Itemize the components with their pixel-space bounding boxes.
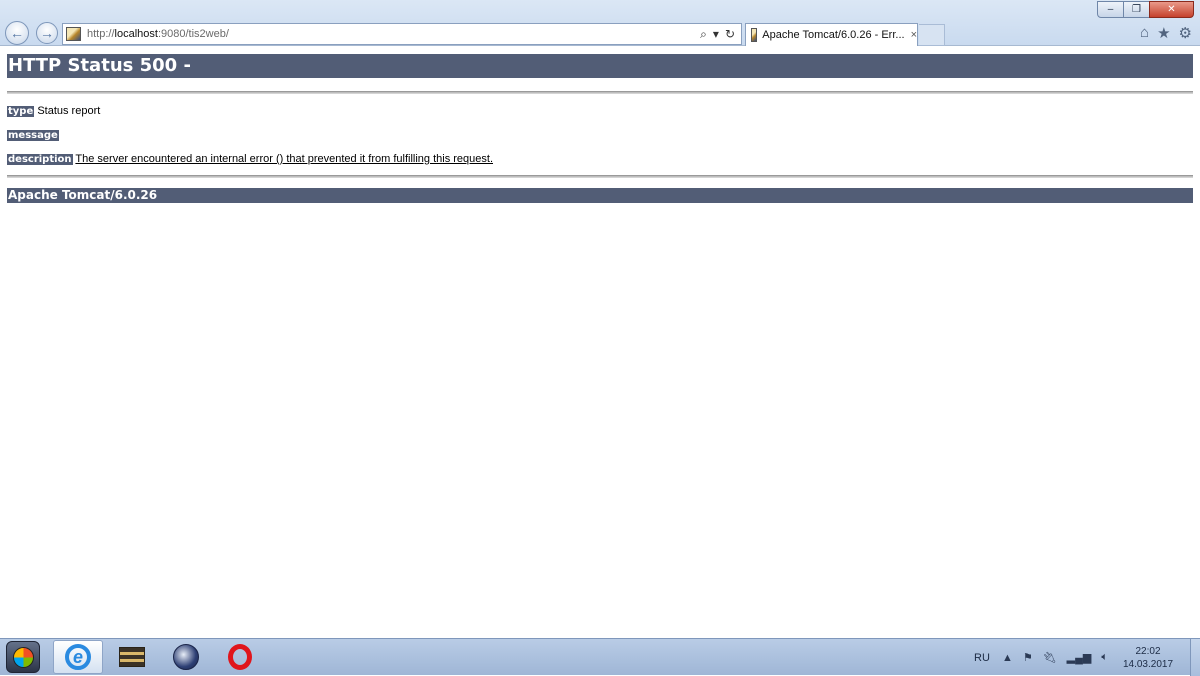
- close-window-button[interactable]: ✕: [1149, 1, 1194, 18]
- internet-explorer-icon: e: [65, 644, 91, 670]
- page-title: HTTP Status 500 -: [7, 54, 1193, 78]
- site-favicon-icon: [66, 27, 81, 41]
- taskbar: e RU ▲ ⚑ 🔌︎ ▂▄▆ 🔈︎ 22:02 14.03.2017: [0, 638, 1200, 676]
- system-tray: RU ▲ ⚑ 🔌︎ ▂▄▆ 🔈︎ 22:02 14.03.2017: [974, 639, 1200, 676]
- show-desktop-button[interactable]: [1190, 639, 1200, 676]
- type-value: Status report: [37, 105, 101, 117]
- refresh-icon[interactable]: ↻: [725, 27, 735, 42]
- description-value: The server encountered an internal error…: [75, 153, 493, 165]
- address-bar[interactable]: http://localhost:9080/tis2web/ ⌕ ▾ ↻: [62, 23, 742, 45]
- browser-toolbar: ⌂ ★ ⚙: [1140, 24, 1192, 42]
- taskbar-app-opera[interactable]: [215, 640, 265, 674]
- file-explorer-icon: [119, 647, 145, 667]
- minimize-button[interactable]: –: [1097, 1, 1124, 18]
- message-row: message: [7, 128, 1193, 142]
- language-indicator[interactable]: RU: [974, 652, 990, 664]
- type-label: type: [7, 106, 35, 117]
- url-path: :9080/tis2web/: [157, 28, 229, 40]
- opera-icon: [228, 644, 252, 670]
- globe-app-icon: [173, 644, 199, 670]
- tab-active[interactable]: Apache Tomcat/6.0.26 - Err... ×: [745, 23, 918, 46]
- description-row: description The server encountered an in…: [7, 152, 1193, 166]
- type-row: type Status report: [7, 104, 1193, 118]
- clock[interactable]: 22:02 14.03.2017: [1118, 645, 1178, 671]
- power-plug-icon[interactable]: 🔌︎: [1043, 651, 1057, 664]
- page-content: HTTP Status 500 - type Status report mes…: [7, 54, 1193, 203]
- volume-icon[interactable]: 🔈︎: [1101, 651, 1108, 664]
- status-details: type Status report message description T…: [7, 104, 1193, 166]
- close-tab-icon[interactable]: ×: [911, 29, 917, 41]
- start-button[interactable]: [6, 641, 40, 673]
- search-icon[interactable]: ⌕: [700, 27, 707, 42]
- gear-icon[interactable]: ⚙: [1179, 24, 1192, 42]
- new-tab-button[interactable]: [919, 24, 945, 46]
- windows-logo-icon: [13, 647, 34, 668]
- back-button[interactable]: ←: [5, 21, 29, 45]
- divider: [7, 175, 1193, 178]
- clock-time: 22:02: [1135, 645, 1161, 657]
- message-label: message: [7, 130, 59, 141]
- url-host: localhost: [114, 28, 158, 40]
- network-signal-icon[interactable]: ▂▄▆: [1067, 651, 1092, 664]
- home-icon[interactable]: ⌂: [1140, 24, 1149, 42]
- forward-arrow-icon: →: [40, 25, 54, 41]
- server-footer: Apache Tomcat/6.0.26: [7, 188, 1193, 203]
- address-url[interactable]: http://localhost:9080/tis2web/: [87, 28, 229, 40]
- show-hidden-icons-icon[interactable]: ▲: [1002, 652, 1013, 664]
- clock-date: 14.03.2017: [1122, 658, 1174, 670]
- taskbar-app-globe[interactable]: [161, 640, 211, 674]
- taskbar-app-explorer[interactable]: [107, 640, 157, 674]
- back-arrow-icon: ←: [10, 25, 24, 41]
- action-center-flag-icon[interactable]: ⚑: [1023, 651, 1033, 664]
- window-controls: – ❐ ✕: [1097, 1, 1194, 18]
- browser-chrome: – ❐ ✕ ← → http://localhost:9080/tis2web/…: [0, 0, 1200, 46]
- address-tools: ⌕ ▾ ↻: [700, 27, 735, 42]
- tab-favicon-icon: [751, 28, 758, 42]
- description-label: description: [7, 154, 73, 165]
- url-scheme: http://: [87, 28, 115, 40]
- restore-button[interactable]: ❐: [1123, 1, 1150, 18]
- favorites-star-icon[interactable]: ★: [1157, 24, 1170, 42]
- divider: [7, 91, 1193, 94]
- forward-button[interactable]: →: [36, 22, 58, 44]
- taskbar-app-ie[interactable]: e: [53, 640, 103, 674]
- tab-title: Apache Tomcat/6.0.26 - Err...: [762, 29, 905, 41]
- chevron-down-icon[interactable]: ▾: [713, 27, 719, 42]
